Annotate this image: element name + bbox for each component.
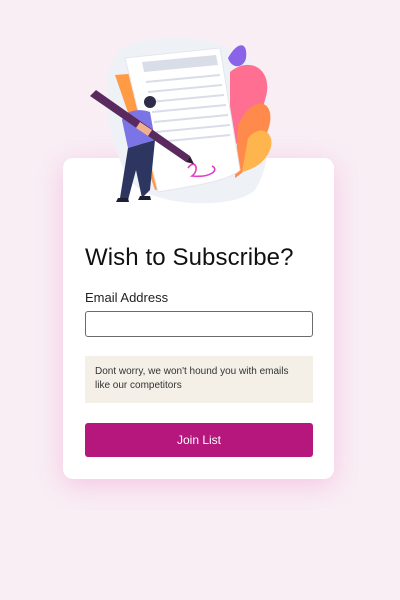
join-list-button[interactable]: Join List bbox=[85, 423, 313, 457]
page-title: Wish to Subscribe? bbox=[85, 244, 294, 271]
email-field[interactable] bbox=[85, 311, 313, 337]
email-label: Email Address bbox=[85, 290, 169, 305]
privacy-notice: Dont worry, we won't hound you with emai… bbox=[85, 356, 313, 403]
person-signing-document-illustration bbox=[90, 38, 272, 204]
